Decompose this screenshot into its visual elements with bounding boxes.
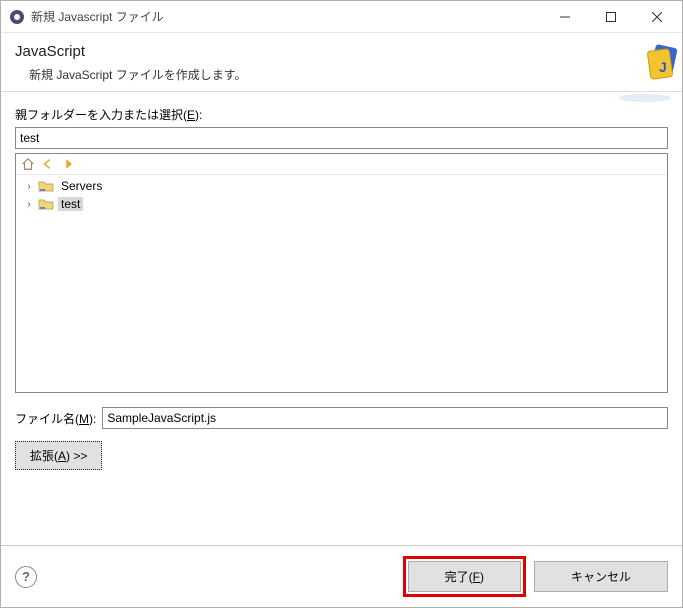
parent-folder-label: 親フォルダーを入力または選択(E): [15, 106, 668, 123]
advanced-button[interactable]: 拡張(A) >> [15, 441, 102, 470]
tree-item-label: test [58, 197, 83, 211]
window-controls [542, 2, 680, 32]
tree-item-test[interactable]: › test [16, 195, 667, 213]
dialog-footer: ? 完了(F) キャンセル [1, 545, 682, 607]
dialog-header: JavaScript 新規 JavaScript ファイルを作成します。 J [1, 33, 682, 92]
folder-icon [38, 196, 54, 212]
wizard-icon: J [610, 39, 680, 109]
folder-tree[interactable]: › Servers › test [15, 153, 668, 393]
filename-input[interactable] [102, 407, 668, 429]
finish-button[interactable]: 完了(F) [408, 561, 521, 592]
parent-folder-input[interactable] [15, 127, 668, 149]
close-button[interactable] [634, 2, 680, 32]
folder-icon [38, 178, 54, 194]
chevron-right-icon[interactable]: › [24, 181, 34, 192]
dialog-body: 親フォルダーを入力または選択(E): › Servers › [1, 92, 682, 545]
app-icon [9, 9, 25, 25]
tree-toolbar [16, 154, 667, 175]
tree-item-label: Servers [58, 179, 105, 193]
header-title: JavaScript [15, 43, 668, 60]
titlebar: 新規 Javascript ファイル [1, 1, 682, 33]
cancel-button[interactable]: キャンセル [534, 561, 668, 592]
window-title: 新規 Javascript ファイル [31, 8, 542, 25]
home-icon[interactable] [20, 156, 36, 172]
chevron-right-icon[interactable]: › [24, 199, 34, 210]
tree-items-container: › Servers › test [16, 175, 667, 215]
header-subtitle: 新規 JavaScript ファイルを作成します。 [15, 66, 668, 83]
minimize-button[interactable] [542, 2, 588, 32]
forward-icon[interactable] [60, 156, 76, 172]
tree-item-servers[interactable]: › Servers [16, 177, 667, 195]
help-icon[interactable]: ? [15, 566, 37, 588]
svg-text:J: J [659, 59, 667, 75]
finish-highlight: 完了(F) [403, 556, 526, 597]
filename-label: ファイル名(M): [15, 410, 96, 427]
maximize-button[interactable] [588, 2, 634, 32]
back-icon[interactable] [40, 156, 56, 172]
filename-row: ファイル名(M): [15, 407, 668, 429]
